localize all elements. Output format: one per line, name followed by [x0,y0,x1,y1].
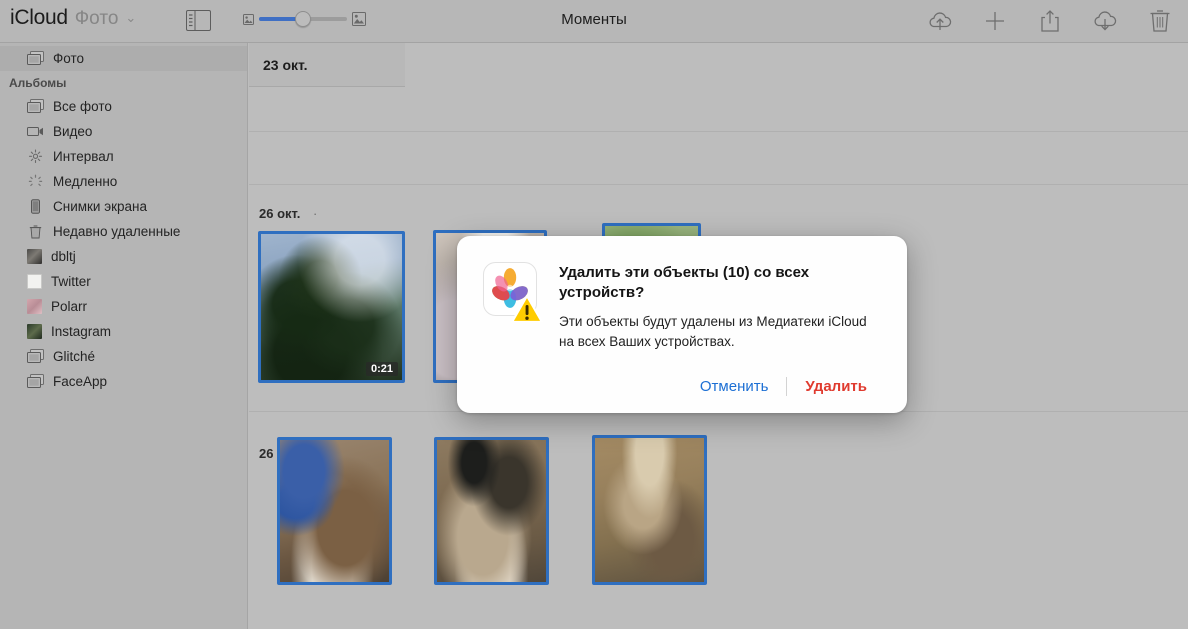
icloud-photos-window: iCloud Фото ⌄ [0,0,1188,629]
cancel-button[interactable]: Отменить [682,374,787,399]
dialog-layer: Удалить эти объекты (10) со всех устройс… [0,0,1188,629]
delete-confirmation-dialog: Удалить эти объекты (10) со всех устройс… [457,236,907,413]
photos-app-warning-icon [483,262,543,322]
dialog-message: Эти объекты будут удалены из Медиатеки i… [559,312,879,352]
dialog-body: Удалить эти объекты (10) со всех устройс… [457,236,907,352]
dialog-title: Удалить эти объекты (10) со всех устройс… [559,263,859,303]
dialog-text: Удалить эти объекты (10) со всех устройс… [559,262,879,352]
delete-confirm-button[interactable]: Удалить [787,374,885,399]
dialog-actions: Отменить Удалить [682,374,885,399]
